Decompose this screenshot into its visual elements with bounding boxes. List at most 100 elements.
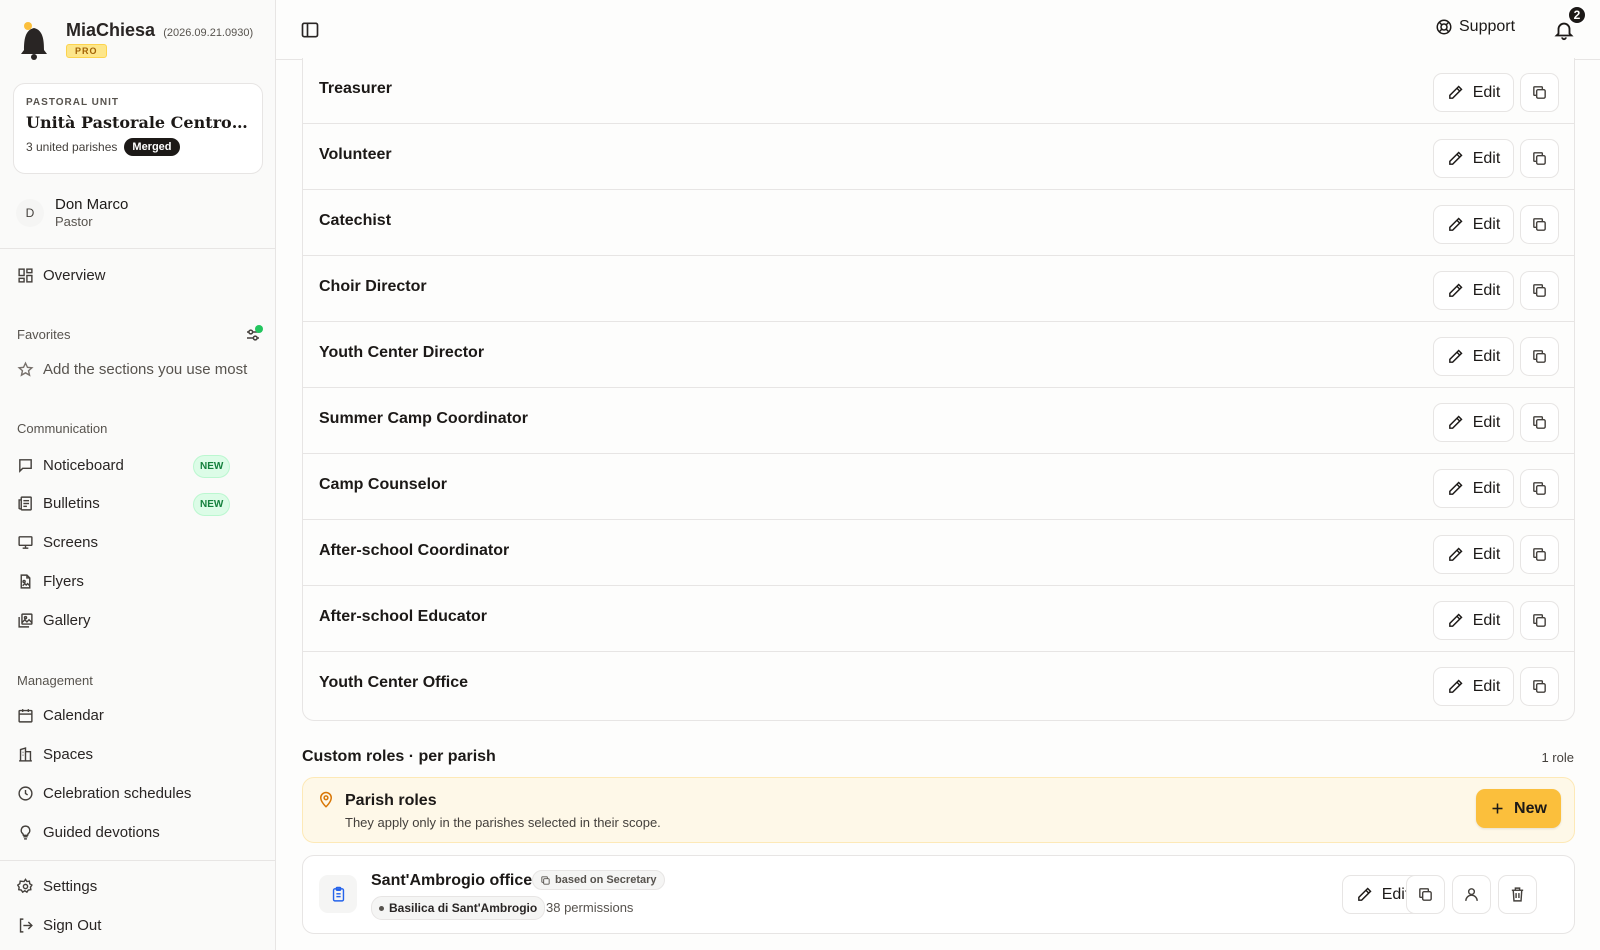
role-name: Camp Counselor (319, 476, 448, 493)
sidebar-item-label: Celebration schedules (43, 784, 192, 802)
unit-eyebrow: PASTORAL UNIT (26, 97, 120, 108)
edit-button[interactable]: Edit (1433, 535, 1514, 574)
role-name: Youth Center Office (319, 674, 469, 691)
edit-label: Edit (1472, 545, 1501, 563)
assign-members-button[interactable] (1452, 875, 1491, 914)
role-row: Catechist Edit (303, 190, 1574, 256)
pencil-icon (1448, 349, 1463, 363)
sidebar-item-calendar[interactable]: Calendar (17, 703, 104, 727)
edit-label: Edit (1472, 611, 1501, 629)
images-icon (17, 612, 34, 629)
copy-icon (1533, 548, 1546, 561)
newspaper-icon (17, 495, 34, 512)
sidebar-item-spaces[interactable]: Spaces (17, 742, 93, 766)
trash-icon (1511, 887, 1524, 902)
duplicate-button[interactable] (1520, 469, 1559, 508)
role-row: Youth Center Director Edit (303, 322, 1574, 388)
edit-button[interactable]: Edit (1433, 601, 1514, 640)
divider (0, 248, 275, 249)
role-name: Choir Director (319, 278, 427, 295)
sidebar-item-label: Calendar (43, 706, 104, 724)
building-icon (17, 746, 34, 763)
role-row: After-school Coordinator Edit (303, 520, 1574, 586)
new-role-button[interactable]: New (1476, 789, 1561, 828)
duplicate-button[interactable] (1520, 73, 1559, 112)
sidebar-item-label: Gallery (43, 611, 91, 629)
role-name: Volunteer (319, 146, 392, 163)
sidebar-item-label: Settings (43, 877, 98, 895)
sidebar-toggle-icon[interactable] (300, 20, 320, 40)
pencil-icon (1357, 887, 1372, 901)
edit-button[interactable]: Edit (1433, 469, 1514, 508)
merged-badge: Merged (124, 138, 180, 156)
duplicate-button[interactable] (1520, 205, 1559, 244)
edit-button[interactable]: Edit (1433, 271, 1514, 310)
role-row: Summer Camp Coordinator Edit (303, 388, 1574, 454)
duplicate-button[interactable] (1520, 535, 1559, 574)
sidebar-item-gallery[interactable]: Gallery (17, 608, 91, 632)
copy-icon (1533, 614, 1546, 627)
based-on-label: based on Secretary (555, 874, 657, 886)
sidebar-item-sign-out[interactable]: Sign Out (17, 913, 101, 937)
divider (0, 860, 275, 861)
favorites-empty-text: Add the sections you use most (43, 360, 248, 378)
favorites-empty-hint: Add the sections you use most (17, 357, 263, 381)
duplicate-button[interactable] (1520, 271, 1559, 310)
clipboard-icon (319, 875, 357, 913)
role-name: Treasurer (319, 80, 392, 97)
sidebar-item-settings[interactable]: Settings (17, 874, 97, 898)
file-image-icon (17, 573, 34, 590)
duplicate-button[interactable] (1520, 139, 1559, 178)
edit-button[interactable]: Edit (1433, 403, 1514, 442)
duplicate-button[interactable] (1520, 667, 1559, 706)
role-row: Choir Director Edit (303, 256, 1574, 322)
plan-badge: PRO (66, 44, 107, 58)
map-pin-icon (319, 791, 333, 808)
edit-label: Edit (1472, 677, 1501, 695)
user-profile[interactable]: D Don Marco Pastor (16, 196, 128, 229)
roles-list: Treasurer Edit Volunteer Edit Catechist Edit C… (302, 58, 1575, 721)
lightbulb-icon (17, 824, 34, 841)
role-row: Youth Center Office Edit (303, 652, 1574, 718)
new-badge: NEW (193, 493, 231, 516)
notification-count-badge: 2 (1567, 5, 1587, 25)
pencil-icon (1448, 613, 1463, 627)
edit-button[interactable]: Edit (1433, 73, 1514, 112)
edit-button[interactable]: Edit (1433, 337, 1514, 376)
edit-label: Edit (1472, 413, 1501, 431)
role-name: Youth Center Director (319, 344, 485, 361)
edit-button[interactable]: Edit (1433, 205, 1514, 244)
sidebar-item-noticeboard[interactable]: Noticeboard (17, 453, 124, 477)
pastoral-unit-card[interactable]: PASTORAL UNIT Unità Pastorale Centro Sto… (13, 83, 263, 174)
role-row: Treasurer Edit (303, 58, 1574, 124)
brand[interactable]: MiaChiesa (2026.09.21.0930) PRO (16, 20, 253, 60)
duplicate-button[interactable] (1520, 337, 1559, 376)
custom-roles-heading: Custom roles · per parish (302, 748, 496, 765)
custom-role-card: Sant'Ambrogio office based on Secretary … (302, 855, 1575, 934)
life-buoy-icon (1436, 19, 1452, 35)
support-label: Support (1459, 18, 1516, 35)
role-name: Summer Camp Coordinator (319, 410, 528, 427)
sidebar-item-celebration-schedules[interactable]: Celebration schedules (17, 781, 191, 805)
edit-button[interactable]: Edit (1433, 667, 1514, 706)
delete-button[interactable] (1498, 875, 1537, 914)
user-icon (1465, 888, 1478, 901)
calendar-icon (17, 707, 34, 724)
duplicate-button[interactable] (1520, 601, 1559, 640)
sidebar-item-guided-devotions[interactable]: Guided devotions (17, 820, 160, 844)
edit-button[interactable]: Edit (1433, 139, 1514, 178)
support-button[interactable]: Support (1435, 18, 1515, 36)
pencil-icon (1448, 283, 1463, 297)
copy-icon (1533, 680, 1546, 693)
copy-icon (1533, 284, 1546, 297)
sidebar-item-screens[interactable]: Screens (17, 530, 98, 554)
permission-count: 38 permissions (546, 900, 634, 915)
edit-label: Edit (1472, 347, 1501, 365)
duplicate-button[interactable] (1406, 875, 1445, 914)
sidebar-item-overview[interactable]: Overview (17, 263, 106, 287)
bullet-dot (379, 905, 384, 911)
sidebar-item-flyers[interactable]: Flyers (17, 569, 84, 593)
parish-roles-title: Parish roles (345, 792, 437, 809)
duplicate-button[interactable] (1520, 403, 1559, 442)
sidebar-item-bulletins[interactable]: Bulletins (17, 491, 100, 515)
